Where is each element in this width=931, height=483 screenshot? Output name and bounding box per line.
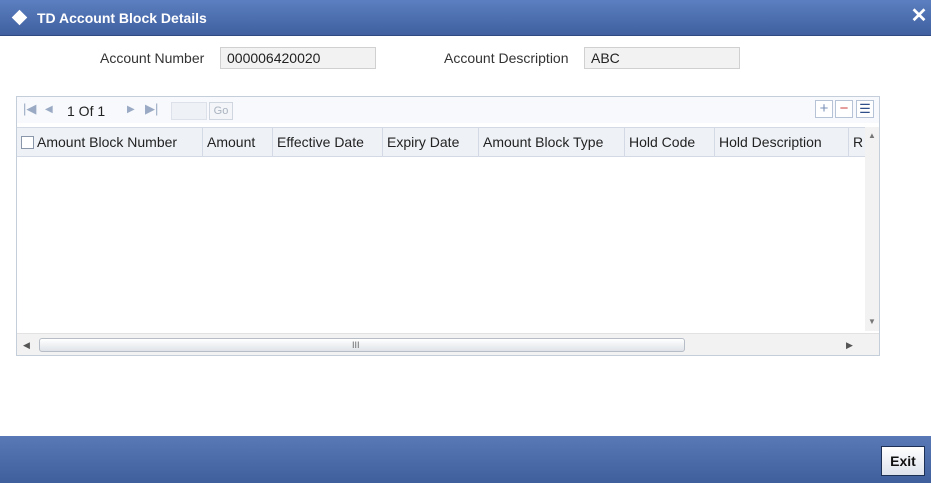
- go-button[interactable]: Go: [209, 102, 233, 120]
- close-button[interactable]: ✕: [909, 6, 929, 26]
- account-number-label: Account Number: [100, 50, 205, 66]
- page-number-input[interactable]: [171, 102, 207, 120]
- column-header-hold-code[interactable]: Hold Code: [625, 128, 715, 156]
- column-header-amount-block-number[interactable]: Amount Block Number: [17, 128, 203, 156]
- next-page-icon[interactable]: ▶: [127, 104, 135, 115]
- remove-row-icon[interactable]: −: [835, 100, 853, 118]
- amount-block-grid: |◀ ◀ 1 Of 1 ▶ ▶| Go + − ☰ Amount Block N…: [16, 96, 880, 356]
- scroll-grip: III: [352, 340, 360, 350]
- footer-bar: [0, 436, 931, 483]
- scroll-thumb[interactable]: III: [39, 338, 685, 352]
- td-account-block-details-window: TD Account Block Details ✕ Account Numbe…: [0, 0, 931, 483]
- single-view-icon[interactable]: ☰: [856, 100, 874, 118]
- pager-text: 1 Of 1: [67, 103, 106, 119]
- last-page-icon[interactable]: ▶|: [145, 101, 158, 117]
- scroll-up-icon[interactable]: ▲: [867, 131, 877, 141]
- column-header-truncated[interactable]: R: [849, 128, 865, 156]
- horizontal-scrollbar[interactable]: ◀ III ▶: [17, 333, 879, 355]
- add-row-icon[interactable]: +: [815, 100, 833, 118]
- diamond-icon: [11, 9, 28, 26]
- first-page-icon[interactable]: |◀: [23, 101, 36, 117]
- account-description-label: Account Description: [444, 50, 569, 66]
- grid-header-row: Amount Block Number Amount Effective Dat…: [17, 127, 865, 157]
- column-header-hold-description[interactable]: Hold Description: [715, 128, 849, 156]
- column-header-effective-date[interactable]: Effective Date: [273, 128, 383, 156]
- scroll-right-icon[interactable]: ▶: [846, 340, 853, 351]
- column-header-amount[interactable]: Amount: [203, 128, 273, 156]
- prev-page-icon[interactable]: ◀: [45, 104, 53, 115]
- vertical-scrollbar[interactable]: ▲ ▼: [865, 127, 879, 331]
- column-header-label: Amount Block Number: [37, 134, 178, 150]
- grid-toolbar: |◀ ◀ 1 Of 1 ▶ ▶| Go + − ☰: [17, 97, 879, 123]
- select-all-checkbox[interactable]: [21, 136, 34, 149]
- scroll-down-icon[interactable]: ▼: [867, 317, 877, 327]
- exit-button[interactable]: Exit: [881, 446, 925, 476]
- column-header-amount-block-type[interactable]: Amount Block Type: [479, 128, 625, 156]
- account-number-field[interactable]: 000006420020: [220, 47, 376, 69]
- window-title: TD Account Block Details: [37, 10, 207, 26]
- column-header-expiry-date[interactable]: Expiry Date: [383, 128, 479, 156]
- title-bar: TD Account Block Details ✕: [0, 0, 931, 36]
- scroll-left-icon[interactable]: ◀: [23, 340, 30, 351]
- account-description-field[interactable]: ABC: [584, 47, 740, 69]
